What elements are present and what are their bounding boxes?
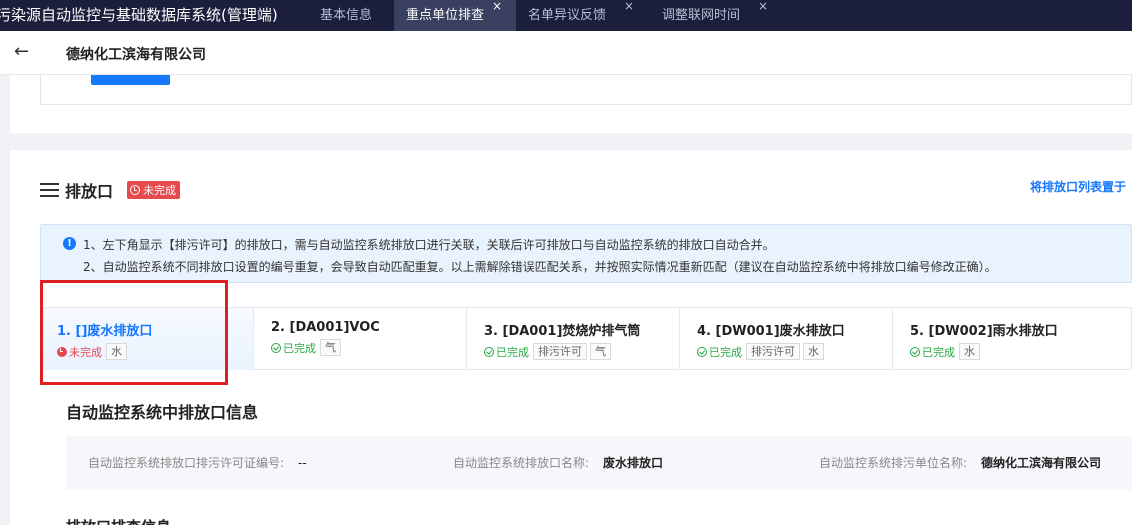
notice-line: 1、左下角显示【排污许可】的排放口，需与自动监控系统排放口进行关联，关联后许可排…	[83, 238, 775, 252]
status-label: 已完成	[709, 345, 742, 359]
permit-number-field: 自动监控系统排放口排污许可证编号: --	[88, 454, 307, 471]
tab-list-objection-feedback[interactable]: 名单异议反馈 ×	[516, 0, 650, 31]
field-label: 自动监控系统排污单位名称:	[819, 456, 968, 470]
notice-box: ! 1、左下角显示【排污许可】的排放口，需与自动监控系统排放口进行关联，关联后许…	[40, 224, 1132, 283]
primary-button[interactable]	[91, 75, 170, 85]
annotation-highlight-box	[40, 280, 228, 385]
close-icon[interactable]: ×	[758, 0, 768, 22]
status-done: 已完成	[697, 344, 742, 360]
top-navigation-bar: 污染源自动监控与基础数据库系统(管理端) 基本信息 重点单位排查 × 名单异议反…	[0, 0, 1132, 31]
status-label: 已完成	[922, 345, 955, 359]
field-value: --	[298, 456, 307, 470]
outlet-tab-meta: 已完成 排污许可 气	[484, 343, 679, 360]
tag: 排污许可	[746, 343, 800, 360]
outlet-tab-meta: 已完成 排污许可 水	[697, 343, 892, 360]
field-label: 自动监控系统排放口名称:	[453, 456, 590, 470]
close-icon[interactable]: ×	[624, 0, 634, 22]
menu-icon	[40, 183, 59, 197]
tab-key-unit-inspection[interactable]: 重点单位排查 ×	[394, 0, 516, 31]
tab-label: 名单异议反馈	[528, 8, 607, 23]
tab-label: 重点单位排查	[406, 8, 485, 23]
page-title: 德纳化工滨海有限公司	[66, 47, 206, 63]
outlet-tab-title: 3. [DA001]焚烧炉排气筒	[484, 324, 641, 339]
info-icon: !	[63, 237, 76, 250]
outlet-tab-title: 2. [DA001]VOC	[271, 320, 380, 335]
check-circle-icon	[910, 346, 920, 357]
outlet-tab-5[interactable]: 5. [DW002]雨水排放口 已完成 水	[892, 308, 1105, 370]
status-label: 已完成	[283, 341, 316, 355]
upper-card	[10, 75, 1132, 133]
pin-outlet-list-link[interactable]: 将排放口列表置于	[1030, 178, 1126, 195]
field-value: 废水排放口	[603, 456, 664, 470]
outlet-name-field: 自动监控系统排放口名称: 废水排放口	[453, 454, 663, 471]
section-title: 排放口	[65, 182, 114, 201]
status-badge-label: 未完成	[143, 184, 177, 197]
status-label: 已完成	[496, 345, 529, 359]
outlet-tab-meta: 已完成 气	[271, 339, 466, 356]
tag: 水	[959, 343, 980, 360]
arrow-left-icon[interactable]: ←	[14, 41, 29, 62]
outlet-tab-3[interactable]: 3. [DA001]焚烧炉排气筒 已完成 排污许可 气	[466, 308, 679, 370]
status-done: 已完成	[910, 344, 955, 360]
detail-section-title: 自动监控系统中排放口信息	[66, 403, 259, 422]
inspection-info-title: 排放口排查信息	[66, 516, 171, 525]
status-badge: 未完成	[127, 181, 181, 199]
check-circle-icon	[271, 342, 281, 353]
tag: 排污许可	[533, 343, 587, 360]
field-value: 德纳化工滨海有限公司	[981, 456, 1102, 470]
field-label: 自动监控系统排放口排污许可证编号:	[88, 456, 285, 470]
close-icon[interactable]: ×	[492, 0, 502, 22]
outlet-tab-meta: 已完成 水	[910, 343, 1105, 360]
upper-card-panel	[40, 75, 1132, 105]
notice-line: 2、自动监控系统不同排放口设置的编号重复，会导致自动匹配重复。以上需解除错误匹配…	[83, 260, 997, 274]
outlet-tab-title: 5. [DW002]雨水排放口	[910, 324, 1058, 339]
outlet-tab-2[interactable]: 2. [DA001]VOC 已完成 气	[253, 308, 466, 370]
check-circle-icon	[697, 346, 707, 357]
tag: 水	[803, 343, 824, 360]
monitoring-info-row: 自动监控系统排放口排污许可证编号: -- 自动监控系统排放口名称: 废水排放口 自动…	[66, 436, 1132, 490]
check-circle-icon	[484, 346, 494, 357]
outlet-tab-4[interactable]: 4. [DW001]废水排放口 已完成 排污许可 水	[679, 308, 892, 370]
tab-adjust-network-time[interactable]: 调整联网时间 ×	[650, 0, 784, 31]
tag: 气	[320, 339, 341, 356]
outlet-tab-title: 4. [DW001]废水排放口	[697, 324, 845, 339]
status-done: 已完成	[484, 344, 529, 360]
tab-label: 调整联网时间	[662, 8, 741, 23]
section-header: 排放口 未完成	[40, 178, 181, 202]
clock-icon	[130, 185, 141, 195]
status-done: 已完成	[271, 340, 316, 356]
tab-label: 基本信息	[320, 8, 373, 23]
app-title: 污染源自动监控与基础数据库系统(管理端)	[0, 6, 278, 24]
tab-basic-info[interactable]: 基本信息	[308, 0, 394, 31]
unit-name-field: 自动监控系统排污单位名称: 德纳化工滨海有限公司	[819, 454, 1101, 471]
page-header: ← 德纳化工滨海有限公司	[0, 31, 1132, 75]
tag: 气	[590, 343, 611, 360]
